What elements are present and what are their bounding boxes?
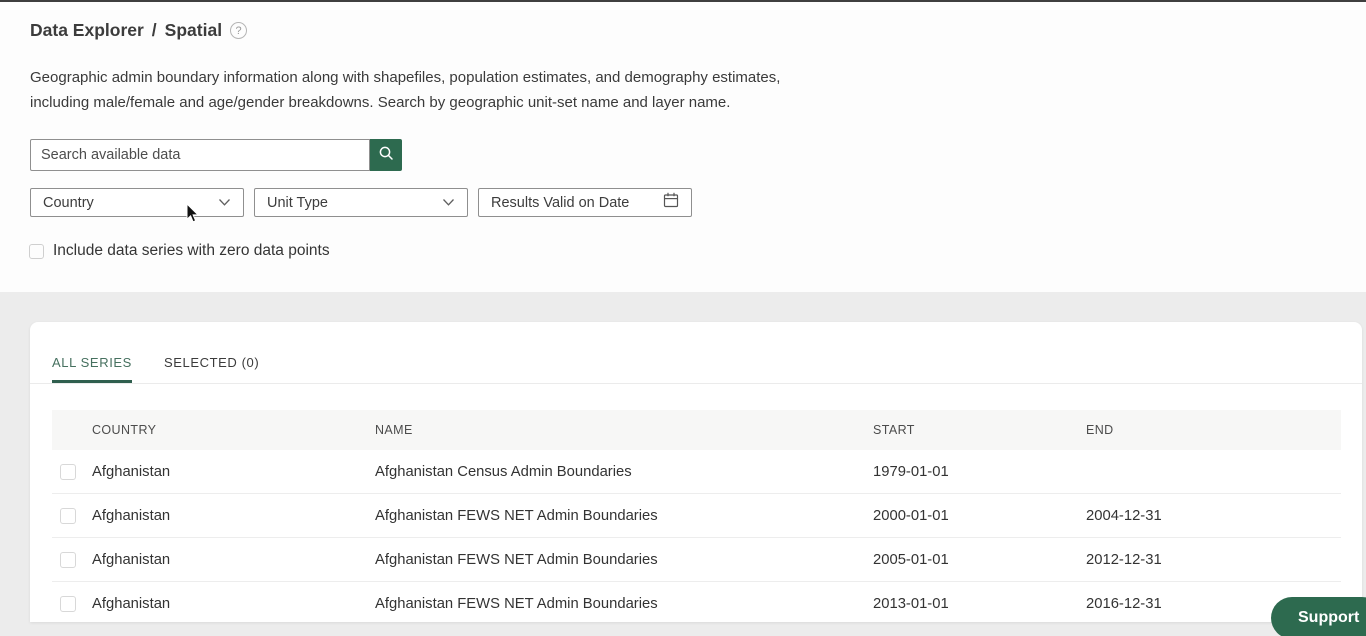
cell-country: Afghanistan	[92, 463, 171, 480]
search-button[interactable]	[370, 139, 402, 171]
row-checkbox[interactable]	[60, 463, 76, 480]
top-border	[0, 0, 1366, 2]
column-header-start: START	[873, 423, 915, 437]
table-row: Afghanistan Afghanistan FEWS NET Admin B…	[52, 582, 1341, 622]
cell-country: Afghanistan	[92, 551, 171, 568]
series-table: COUNTRY NAME START END Afghanistan Afgha…	[52, 410, 1341, 622]
cell-country: Afghanistan	[92, 595, 171, 612]
cell-start: 2000-01-01	[873, 507, 949, 524]
row-checkbox[interactable]	[60, 507, 76, 524]
search-bar	[30, 139, 402, 171]
results-valid-on-date-label: Results Valid on Date	[491, 194, 630, 211]
country-dropdown-label: Country	[43, 194, 94, 211]
cell-country: Afghanistan	[92, 507, 171, 524]
page-title: Spatial	[164, 20, 223, 40]
results-valid-on-date-picker[interactable]: Results Valid on Date	[478, 188, 692, 217]
column-header-end: END	[1086, 423, 1114, 437]
filters-section: Data Explorer / Spatial ? Geographic adm…	[0, 0, 1366, 292]
search-input[interactable]	[30, 139, 370, 171]
breadcrumb-separator: /	[151, 20, 157, 40]
column-header-country: COUNTRY	[92, 423, 157, 437]
data-explorer-spatial-page: Data Explorer / Spatial ? Geographic adm…	[0, 0, 1366, 636]
description-line-2: including male/female and age/gender bre…	[30, 93, 731, 111]
zero-series-checkbox-label: Include data series with zero data point…	[53, 242, 330, 259]
chevron-down-icon	[442, 194, 455, 212]
series-results-card: ALL SERIES SELECTED (0) COUNTRY NAME STA…	[30, 322, 1362, 622]
tab-all-series[interactable]: ALL SERIES	[52, 355, 132, 383]
table-row: Afghanistan Afghanistan FEWS NET Admin B…	[52, 538, 1341, 582]
chevron-down-icon	[218, 194, 231, 212]
table-row: Afghanistan Afghanistan FEWS NET Admin B…	[52, 494, 1341, 538]
cell-name: Afghanistan Census Admin Boundaries	[375, 463, 632, 480]
cell-start: 2005-01-01	[873, 551, 949, 568]
breadcrumb: Data Explorer / Spatial ?	[30, 20, 248, 41]
support-button[interactable]: Support	[1271, 597, 1366, 636]
tab-selected[interactable]: SELECTED (0)	[164, 355, 259, 383]
cell-start: 1979-01-01	[873, 463, 949, 480]
row-checkbox[interactable]	[60, 551, 76, 568]
cell-start: 2013-01-01	[873, 595, 949, 612]
unit-type-dropdown-label: Unit Type	[267, 194, 328, 211]
series-tabs: ALL SERIES SELECTED (0)	[52, 322, 259, 383]
tabs-divider	[30, 383, 1362, 384]
cell-name: Afghanistan FEWS NET Admin Boundaries	[375, 595, 658, 612]
table-header-row: COUNTRY NAME START END	[52, 410, 1341, 450]
page-description: Geographic admin boundary information al…	[30, 66, 780, 115]
cell-name: Afghanistan FEWS NET Admin Boundaries	[375, 551, 658, 568]
row-checkbox[interactable]	[60, 595, 76, 612]
help-icon[interactable]: ?	[230, 22, 248, 39]
cell-end: 2012-12-31	[1086, 551, 1162, 568]
country-dropdown[interactable]: Country	[30, 188, 244, 217]
cell-end: 2004-12-31	[1086, 507, 1162, 524]
unit-type-dropdown[interactable]: Unit Type	[254, 188, 468, 217]
zero-series-checkbox[interactable]	[29, 243, 44, 259]
table-row: Afghanistan Afghanistan Census Admin Bou…	[52, 450, 1341, 494]
breadcrumb-root[interactable]: Data Explorer	[30, 20, 144, 41]
zero-series-option: Include data series with zero data point…	[29, 241, 330, 261]
column-header-name: NAME	[375, 423, 413, 437]
search-icon	[378, 145, 395, 165]
cell-name: Afghanistan FEWS NET Admin Boundaries	[375, 507, 658, 524]
description-line-1: Geographic admin boundary information al…	[30, 69, 781, 86]
calendar-icon	[663, 192, 679, 213]
